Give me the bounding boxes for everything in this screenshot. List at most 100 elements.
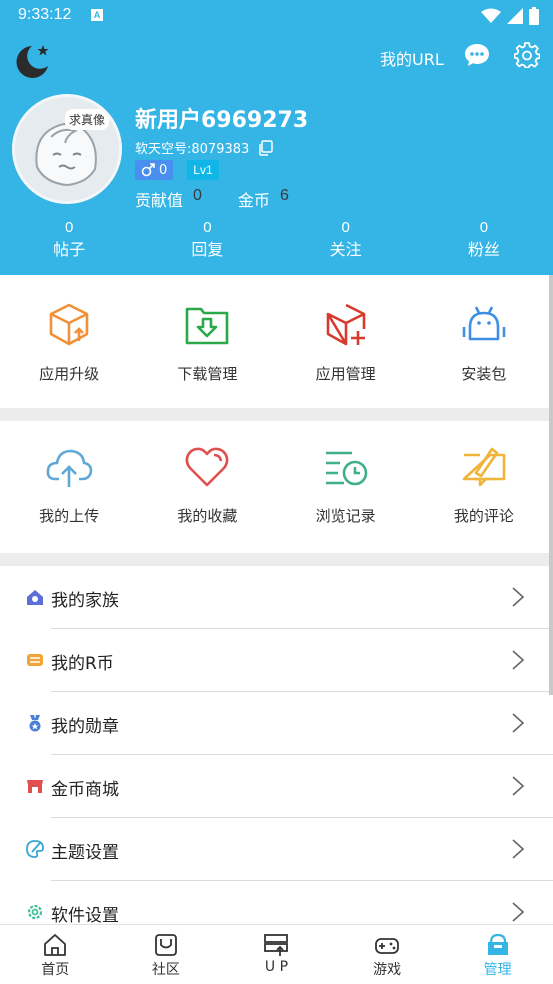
- male-icon: [141, 163, 155, 177]
- grid-label: 浏览记录: [315, 507, 376, 525]
- history-clock-icon: [325, 451, 367, 486]
- nav-community[interactable]: 社区: [111, 925, 222, 984]
- stat-label: 帖子: [53, 240, 86, 259]
- wifi-icon: [481, 8, 501, 23]
- app-upgrade-icon: [49, 303, 89, 346]
- nav-label: 游戏: [373, 962, 402, 978]
- gear-icon: [27, 904, 43, 920]
- stat-replies[interactable]: 0 回复: [138, 218, 276, 262]
- my-url-button[interactable]: 我的URL: [380, 46, 444, 70]
- nav-games[interactable]: 游戏: [332, 925, 443, 984]
- chevron-right-icon: [512, 776, 525, 796]
- family-house-icon: [27, 590, 43, 605]
- level-badge: Lv1: [187, 160, 219, 180]
- gender-badge: 0: [135, 160, 174, 180]
- nav-home[interactable]: 首页: [0, 925, 111, 984]
- status-bar: 9:33:12 A: [0, 0, 553, 32]
- section-divider: [0, 408, 553, 421]
- user-id-line: 软天空号:8079383: [135, 138, 274, 157]
- stat-posts[interactable]: 0 帖子: [0, 218, 138, 262]
- chevron-right-icon: [512, 902, 525, 922]
- gamepad-icon: [375, 938, 399, 954]
- download-manage-button[interactable]: 下载管理: [138, 275, 276, 408]
- menu-label: 我的勋章: [51, 717, 119, 737]
- heart-icon: [185, 447, 229, 487]
- menu-label: 金币商城: [51, 780, 119, 800]
- my-uploads-button[interactable]: 我的上传: [0, 421, 138, 553]
- badges: 0 Lv1: [135, 160, 219, 180]
- comment-pen-icon: [462, 447, 506, 487]
- nav-up[interactable]: U P: [221, 925, 332, 984]
- section-divider: [0, 553, 553, 566]
- settings-gear-icon[interactable]: [514, 42, 540, 68]
- my-comments-button[interactable]: 我的评论: [415, 421, 553, 553]
- stat-value: 0: [64, 219, 74, 236]
- system-icons: [481, 6, 539, 26]
- browse-history-button[interactable]: 浏览记录: [277, 421, 415, 553]
- chevron-right-icon: [512, 713, 525, 733]
- username: 新用户6969273: [135, 108, 309, 133]
- bottom-nav: 首页 社区 U P 游戏 管理: [0, 924, 553, 984]
- menu-label: 我的R币: [51, 654, 114, 674]
- chat-bubble-icon[interactable]: [464, 43, 490, 67]
- stat-following[interactable]: 0 关注: [277, 218, 415, 262]
- my-favorites-button[interactable]: 我的收藏: [138, 421, 276, 553]
- menu-label: 主题设置: [51, 843, 119, 863]
- install-package-button[interactable]: 安装包: [415, 275, 553, 408]
- personal-grid: 我的上传 我的收藏 浏览记录 我的评论: [0, 421, 553, 553]
- grid-label: 我的上传: [39, 507, 100, 525]
- copy-icon[interactable]: [257, 139, 274, 156]
- stat-label: 关注: [329, 240, 362, 259]
- scrollbar[interactable]: [549, 275, 553, 695]
- status-time: 9:33:12: [18, 6, 72, 23]
- menu-item-family[interactable]: 我的家族: [0, 566, 553, 629]
- grid-label: 应用升级: [39, 365, 100, 383]
- app-upgrade-button[interactable]: 应用升级: [0, 275, 138, 408]
- nav-label: 首页: [41, 962, 70, 978]
- menu-item-theme[interactable]: 主题设置: [0, 818, 553, 881]
- cloud-upload-icon: [46, 449, 93, 487]
- signal-icon: [507, 8, 523, 24]
- grid-label: 安装包: [461, 365, 507, 383]
- contribution-label: 贡献值: [135, 191, 184, 210]
- avatar-tag: 求真像: [65, 109, 110, 130]
- chevron-right-icon: [512, 650, 525, 670]
- moon-logo-icon[interactable]: [14, 42, 52, 80]
- nav-label: 管理: [483, 962, 512, 978]
- palette-icon: [26, 840, 44, 858]
- menu-item-rcoin[interactable]: 我的R币: [0, 629, 553, 692]
- menu-item-medals[interactable]: 我的勋章: [0, 692, 553, 755]
- stat-value: 0: [479, 219, 489, 236]
- coins-label: 金币: [237, 191, 270, 210]
- avatar[interactable]: 求真像: [12, 94, 122, 204]
- gender-count: 0: [159, 162, 168, 178]
- nav-label: 社区: [151, 962, 180, 978]
- stat-value: 0: [203, 219, 212, 236]
- coin-stack-icon: [27, 654, 43, 666]
- stat-fans[interactable]: 0 粉丝: [415, 218, 553, 262]
- battery-icon: [529, 7, 539, 25]
- medal-icon: [29, 715, 41, 732]
- grid-label: 下载管理: [177, 365, 238, 383]
- user-id: 软天空号:8079383: [135, 142, 250, 157]
- grid-label: 我的收藏: [177, 507, 238, 525]
- menu-label: 我的家族: [51, 591, 119, 611]
- notification-icon: A: [91, 9, 103, 21]
- android-package-icon: [462, 306, 506, 341]
- contribution-row: 贡献值 0 金币 6: [135, 187, 325, 211]
- contribution-value: 0: [193, 187, 202, 204]
- menu-list: 我的家族 我的R币 我的勋章 金币商城 主题设置 软件设置: [0, 566, 553, 944]
- stat-label: 粉丝: [467, 240, 500, 259]
- stats-row: 0 帖子 0 回复 0 关注 0 粉丝: [0, 218, 553, 262]
- app-manage-button[interactable]: 应用管理: [277, 275, 415, 408]
- menu-label: 软件设置: [51, 906, 119, 926]
- nav-manage[interactable]: 管理: [442, 925, 553, 984]
- shop-icon: [27, 780, 43, 793]
- tools-grid: 应用升级 下载管理 应用管理 安装包: [0, 275, 553, 408]
- community-icon: [154, 934, 177, 956]
- manage-box-icon: [487, 933, 508, 955]
- menu-item-coin-shop[interactable]: 金币商城: [0, 755, 553, 818]
- grid-label: 我的评论: [453, 507, 514, 525]
- chevron-right-icon: [512, 839, 525, 859]
- download-folder-icon: [186, 307, 229, 345]
